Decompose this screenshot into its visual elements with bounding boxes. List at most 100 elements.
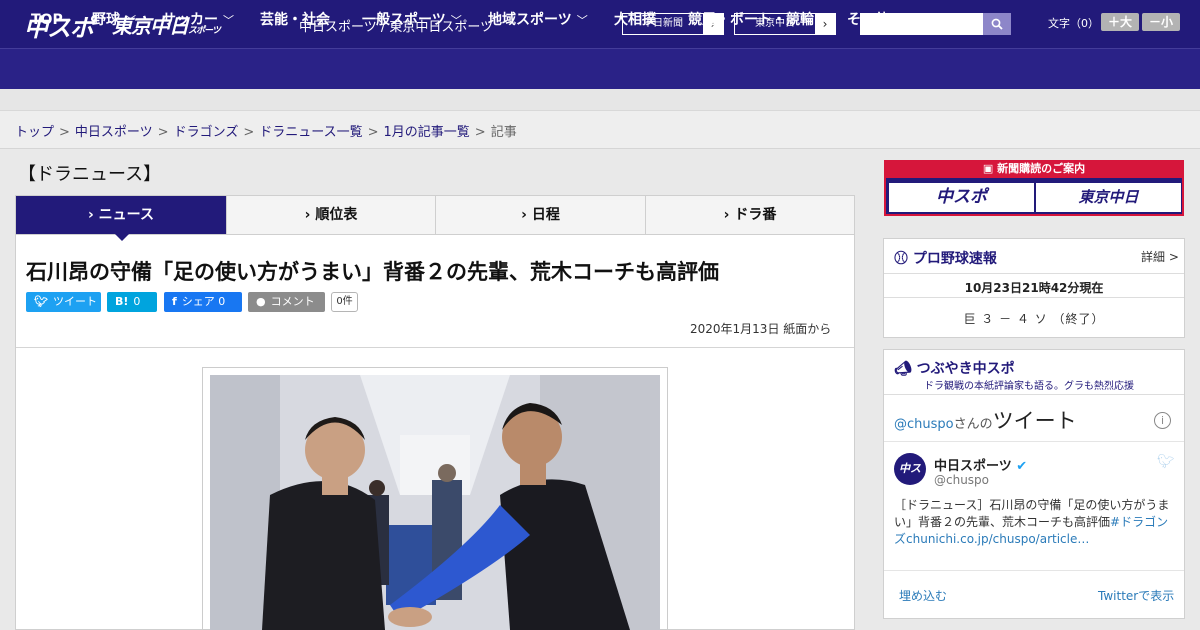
main-nav — [0, 48, 1200, 89]
nav-item-top[interactable]: TOP — [31, 0, 63, 41]
breadcrumb-separator: > — [367, 125, 379, 140]
nav-item-label: 競馬・ボート・競輪 — [688, 12, 814, 28]
section-title: 【ドラニュース】 — [18, 164, 162, 185]
breadcrumb-link-month[interactable]: 1月の記事一覧 — [384, 125, 470, 140]
chevron-down-icon: ﹀ — [450, 14, 462, 27]
tab-news[interactable]: › ニュース — [16, 196, 227, 234]
tab-label: 日程 — [531, 207, 560, 223]
chevron-right-icon: › — [521, 207, 532, 223]
nav-item-sumo[interactable]: 大相撲 — [614, 0, 656, 41]
article-headline: 石川昂の守備「足の使い方がうまい」背番２の先輩、荒木コーチも高評価 — [26, 260, 719, 284]
hatena-bookmark-icon: B! — [115, 295, 129, 308]
dragons-tabs: › ニュース › 順位表 › 日程 › ドラ番 — [15, 195, 855, 235]
nav-item-local-sports[interactable]: 地域スポーツ ﹀ — [488, 0, 588, 41]
comment-button[interactable]: ● コメント — [248, 292, 325, 312]
search-button[interactable] — [983, 13, 1011, 35]
facebook-share-label: シェア 0 — [181, 295, 226, 308]
breadcrumb-separator: > — [157, 125, 169, 140]
embed-link[interactable]: 埋め込む — [899, 587, 947, 604]
promo-title-label: 新聞購読のご案内 — [997, 162, 1086, 175]
search-icon — [991, 18, 1003, 30]
hatena-count: 0 — [133, 295, 141, 308]
chevron-down-icon: ﹀ — [223, 14, 234, 27]
nav-item-label: 大相撲 — [614, 12, 656, 28]
hatena-bookmark-button[interactable]: B! 0 — [107, 292, 157, 312]
breadcrumb-link-top[interactable]: トップ — [15, 125, 54, 140]
comment-count: 0件 — [331, 292, 358, 312]
nav-item-label: その他 — [847, 12, 889, 28]
breadcrumb-current: 記事 — [490, 125, 517, 140]
article-photo[interactable] — [210, 375, 660, 630]
tab-standings[interactable]: › 順位表 — [227, 196, 436, 234]
tab-dora-ban[interactable]: › ドラ番 — [646, 196, 854, 234]
baseball-icon: ⚾︎ — [894, 251, 913, 267]
tweets-user-suffix: さんの — [953, 417, 993, 432]
breadcrumb-link-dragons[interactable]: ドラゴンズ — [174, 125, 239, 140]
tweet-author-name[interactable]: 中日スポーツ ✔︎ — [934, 455, 1027, 474]
article-divider — [16, 347, 854, 348]
avatar[interactable]: 中スポ — [894, 453, 926, 507]
nav-item-label: 一般スポーツ — [362, 12, 446, 28]
nav-item-label: TOP — [31, 12, 63, 28]
tweet-author-handle[interactable]: @chuspo — [934, 473, 989, 487]
active-tab-indicator — [115, 234, 129, 241]
nav-item-label: 野球 — [92, 12, 120, 28]
chevron-down-icon: ﹀ — [576, 14, 588, 27]
chevron-right-icon: › — [822, 17, 828, 31]
tab-label: ニュース — [98, 207, 154, 223]
breadcrumb-link-chuspo[interactable]: 中日スポーツ — [75, 125, 153, 140]
article-photo-image — [210, 375, 660, 630]
nav-item-entertainment[interactable]: 芸能・社会 — [260, 0, 330, 41]
score-details-link[interactable]: 詳細 > — [1141, 248, 1179, 265]
breadcrumb-separator: > — [243, 125, 255, 140]
promo-tokyo-chunichi-logo[interactable]: 東京中日 — [1036, 183, 1181, 212]
newspaper-icon: ▣ — [982, 162, 998, 175]
tweet-label: ツイート — [52, 295, 97, 308]
twitter-widget-subtitle: ドラ観戦の本紙評論家も語る。グラも熱烈応援 — [924, 381, 1134, 392]
nav-item-general-sports[interactable]: 一般スポーツ ﹀ — [362, 0, 462, 41]
view-on-twitter-link[interactable]: Twitterで表示 — [1098, 587, 1174, 604]
breadcrumb: トップ > 中日スポーツ > ドラゴンズ > ドラニュース一覧 >1月の記事一覧 > 記事 — [15, 121, 517, 140]
tweet-link[interactable]: chunichi.co.jp/chuspo/article… — [906, 532, 1089, 546]
score-widget-title-label: プロ野球速報 — [912, 251, 997, 267]
font-smaller-button[interactable]: －小 — [1142, 13, 1180, 31]
megaphone-icon: 📣︎ — [894, 361, 917, 377]
tweet-author-label: 中日スポーツ — [934, 459, 1012, 474]
chevron-down-icon: ﹀ — [125, 14, 136, 27]
nav-item-others[interactable]: その他 ﹀ — [847, 0, 905, 41]
tweet-button[interactable]: 🐦︎ ツイート — [26, 292, 101, 312]
tweets-header: @chuspoさんのツイート — [894, 405, 1077, 435]
nav-item-label: サッカー — [162, 12, 218, 28]
promo-chuspo-logo[interactable]: 中スポ — [889, 183, 1034, 212]
ad-band — [0, 89, 1200, 111]
twitter-bird-icon: 🐦︎ — [1157, 454, 1175, 470]
speech-bubble-icon: ● — [256, 295, 266, 308]
twitter-widget-title-label: つぶやき中スポ — [916, 361, 1015, 377]
info-icon[interactable]: i — [1154, 412, 1171, 429]
score-timestamp: 10月23日21時42分現在 — [964, 281, 1104, 295]
tab-schedule[interactable]: › 日程 — [436, 196, 646, 234]
chevron-right-icon: › — [88, 207, 99, 223]
twitter-bird-icon: 🐦︎ — [34, 295, 48, 308]
breadcrumb-separator: > — [474, 125, 486, 140]
score-divider — [884, 273, 1184, 274]
facebook-icon: f — [172, 295, 177, 308]
breadcrumb-link-news-list[interactable]: ドラニュース一覧 — [259, 125, 362, 140]
nav-item-racing[interactable]: 競馬・ボート・競輪 — [688, 0, 814, 41]
tab-label: 順位表 — [315, 207, 358, 223]
nav-item-soccer[interactable]: サッカー ﹀ — [162, 0, 234, 41]
tweets-word: ツイート — [992, 409, 1077, 433]
nav-item-baseball[interactable]: 野球 ﹀ — [92, 0, 136, 41]
twitter-divider — [884, 441, 1184, 442]
breadcrumb-separator: > — [59, 125, 70, 140]
chevron-right-icon: › — [723, 207, 735, 223]
score-widget-title: ⚾︎ プロ野球速報 — [894, 248, 997, 268]
facebook-share-button[interactable]: f シェア 0 — [164, 292, 242, 312]
nav-item-label: 芸能・社会 — [260, 12, 330, 28]
comment-label: コメント — [270, 295, 315, 308]
score-result[interactable]: 巨 ３ － ４ ソ （終了） — [884, 310, 1184, 327]
tweets-user-link[interactable]: @chuspo — [894, 417, 954, 432]
twitter-widget-title: 📣︎ つぶやき中スポ — [894, 358, 1015, 378]
font-larger-button[interactable]: ＋大 — [1101, 13, 1139, 31]
chevron-down-icon: ﹀ — [894, 14, 905, 27]
